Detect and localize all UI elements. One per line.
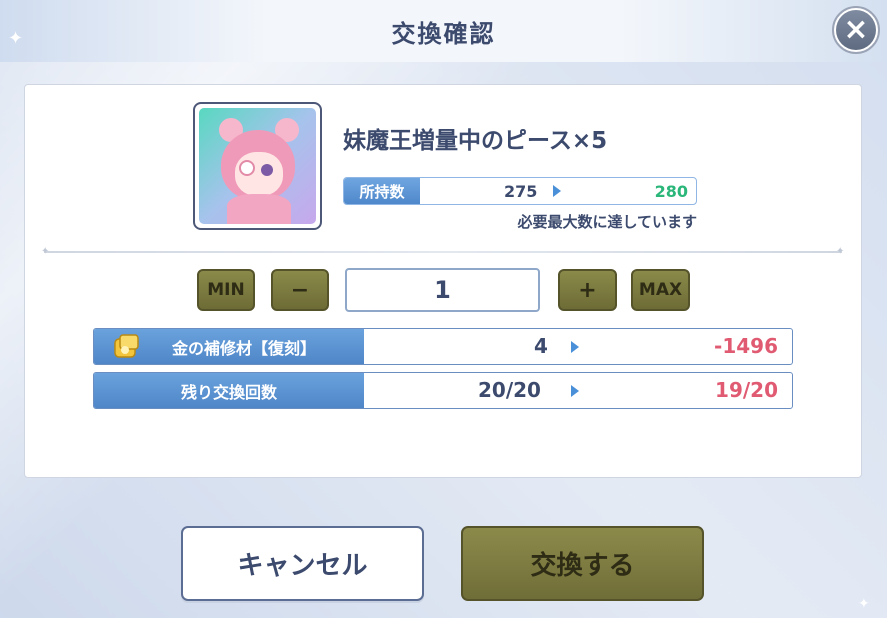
arrow-right-icon — [571, 341, 579, 353]
decrement-button[interactable]: − — [271, 269, 329, 311]
quantity-input[interactable]: 1 — [345, 268, 540, 312]
cost-current: 4 — [534, 334, 548, 358]
cost-after: -1496 — [714, 334, 778, 358]
cost-label: 金の補修材【復刻】 — [94, 329, 364, 364]
divider-end-icon: ✦ — [836, 246, 845, 257]
divider-end-icon: ✦ — [41, 246, 50, 257]
cost-current: 20/20 — [478, 378, 541, 402]
increment-button[interactable]: + — [558, 269, 617, 311]
exchange-button[interactable]: 交換する — [461, 526, 704, 601]
dialog-title: 交換確認 — [391, 20, 496, 48]
cost-label-text: 金の補修材【復刻】 — [171, 338, 316, 358]
cost-after: 19/20 — [715, 378, 778, 402]
sparkle-icon: ✦ — [858, 596, 870, 612]
gold-material-icon — [114, 334, 139, 358]
max-button[interactable]: MAX — [631, 269, 690, 311]
close-icon: × — [836, 10, 876, 50]
close-button[interactable]: × — [832, 6, 880, 54]
item-thumbnail — [193, 102, 322, 230]
owned-after: 280 — [654, 182, 688, 201]
divider — [44, 251, 842, 253]
item-name: 妹魔王増量中のピース×5 — [343, 128, 608, 154]
cancel-button[interactable]: キャンセル — [181, 526, 424, 601]
arrow-right-icon — [571, 385, 579, 397]
arrow-right-icon — [553, 185, 561, 197]
cost-row-remaining: 残り交換回数 20/20 19/20 — [93, 372, 793, 409]
cost-label: 残り交換回数 — [94, 373, 364, 408]
max-reached-note: 必要最大数に達しています — [517, 213, 697, 231]
cost-row-material: 金の補修材【復刻】 4 -1496 — [93, 328, 793, 365]
owned-label: 所持数 — [344, 178, 420, 204]
min-button[interactable]: MIN — [197, 269, 255, 311]
character-piece-image — [199, 108, 316, 224]
owned-count-bar: 所持数 275 280 — [343, 177, 697, 205]
owned-current: 275 — [504, 182, 538, 201]
